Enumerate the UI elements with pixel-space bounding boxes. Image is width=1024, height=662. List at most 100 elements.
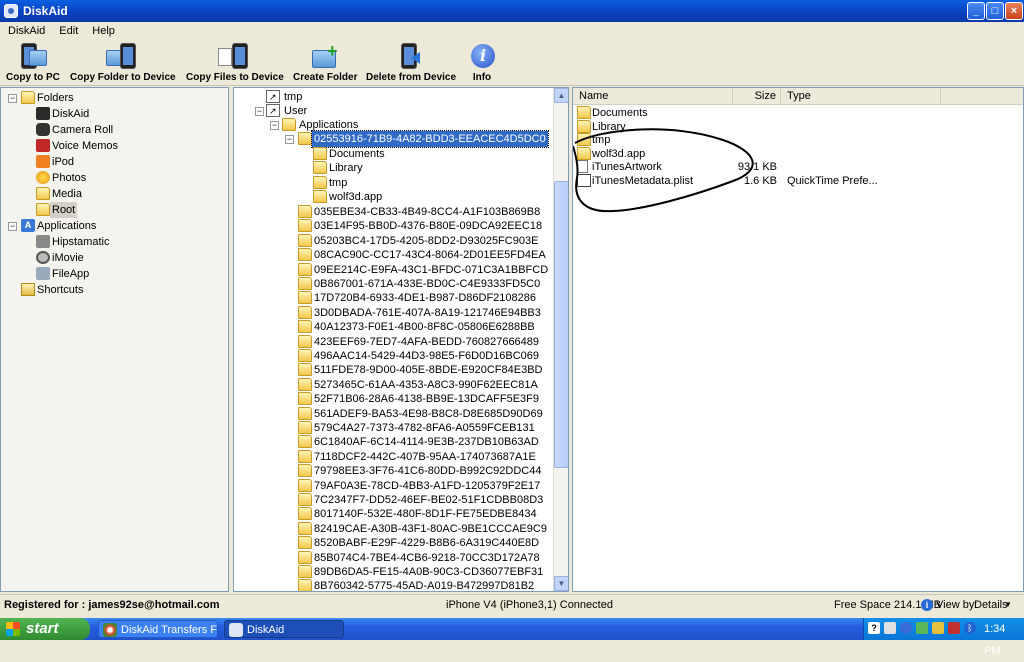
tree-app-folder[interactable]: 79798EE3-3F76-41C6-80DD-B992C92DDC44 [234, 463, 554, 479]
folder-icon [298, 234, 312, 247]
scroll-thumb[interactable] [554, 181, 568, 468]
collapse-icon[interactable]: − [285, 135, 294, 144]
dropdown-arrow-icon[interactable]: ▼ [1004, 595, 1012, 615]
clock: 1:34 PM [984, 623, 1006, 657]
close-button[interactable]: × [1005, 2, 1023, 20]
taskbar: start DiskAid Transfers File... DiskAid … [0, 618, 1024, 657]
start-button[interactable]: start [0, 618, 90, 640]
view-by-label: View by: [936, 599, 978, 611]
sidebar-app-imovie[interactable]: iMovie [1, 250, 228, 266]
menu-edit[interactable]: Edit [51, 22, 84, 37]
tree-app-folder[interactable]: 8520BABF-E29F-4229-B8B6-6A319C440E8D [234, 535, 554, 551]
sidebar-item-photos[interactable]: Photos [1, 170, 228, 186]
camera-icon [36, 123, 50, 136]
sidebar-item-voice-memos[interactable]: Voice Memos [1, 138, 228, 154]
tray-icon-4[interactable] [932, 622, 944, 634]
diskaid-window: DiskAid _ □ × DiskAid Edit Help Copy to PC… [0, 0, 1024, 618]
collapse-icon[interactable]: − [255, 107, 264, 116]
tree-app-folder[interactable]: 52F71B06-28A6-4138-BB9E-13DCAFF5E3F9 [234, 391, 554, 407]
tree-app-folder-label: 08CAC90C-CC17-43C4-8064-2D01EE5FD4EA [314, 249, 546, 261]
copy-folder-to-device-button[interactable]: Copy Folder to Device [70, 42, 176, 83]
folder-icon [298, 363, 312, 376]
sidebar-item-ipod[interactable]: iPod [1, 154, 228, 170]
tree-app-folder[interactable]: 511FDE78-9D00-405E-8BDE-E920CF84E3BD [234, 362, 554, 378]
menu-diskaid[interactable]: DiskAid [0, 22, 51, 37]
tree-item-library[interactable]: Library [234, 160, 554, 176]
tree-scrollbar[interactable]: ▲ ▼ [553, 88, 568, 591]
shortcut-link-icon [266, 89, 280, 105]
tray-icon-2[interactable] [900, 622, 912, 634]
view-by-select[interactable]: Details [974, 595, 1008, 615]
taskbar-item-diskaid[interactable]: DiskAid [224, 620, 344, 638]
folder-icon [298, 536, 312, 549]
tree-item-selected-app[interactable]: − 02553916-71B9-4A82-BDD3-EEACEC4D5DC0 [234, 130, 554, 148]
folder-icon [298, 320, 312, 333]
tree-app-folder[interactable]: 40A12373-F0E1-4B00-8F8C-05806E6288BB [234, 319, 554, 335]
copy-files-icon [218, 42, 248, 70]
details-type: QuickTime Prefe... [787, 175, 878, 187]
folder-icon [313, 161, 327, 174]
delete-from-device-button[interactable]: Delete from Device [366, 42, 456, 83]
sidebar-item-media[interactable]: Media [1, 186, 228, 202]
sunflower-icon [36, 171, 50, 184]
sidebar-folders[interactable]: − Folders [1, 90, 228, 106]
sidebar-item-camera-roll[interactable]: Camera Roll [1, 122, 228, 138]
sidebar-applications[interactable]: − A Applications [1, 218, 228, 234]
microphone-icon [36, 139, 50, 152]
tray-icon-5[interactable] [948, 622, 960, 634]
details-pane: Name Size Type Documents Library tmp wolf3d… [572, 87, 1024, 592]
tray-icon-1[interactable] [884, 622, 896, 634]
tray-icon-3[interactable] [916, 622, 928, 634]
tree-app-folder[interactable]: 6C1840AF-6C14-4114-9E3B-237DB10B63AD [234, 434, 554, 450]
folder-icon [298, 349, 312, 362]
sidebar-app-hipstamatic[interactable]: Hipstamatic [1, 234, 228, 250]
bluetooth-icon[interactable]: ᛒ [964, 622, 976, 634]
folder-icon [298, 507, 312, 520]
folder-icon [298, 493, 312, 506]
copy-to-pc-button[interactable]: Copy to PC [6, 42, 60, 83]
column-type[interactable]: Type [781, 88, 941, 105]
folder-icon [298, 378, 312, 391]
copy-files-to-device-button[interactable]: Copy Files to Device [186, 42, 284, 83]
folder-icon [298, 450, 312, 463]
window-title: DiskAid [23, 4, 68, 18]
tree-app-folder-label: 8520BABF-E29F-4229-B8B6-6A319C440E8D [314, 537, 540, 549]
tree-app-folder[interactable]: 8B760342-5775-45AD-A019-B472997D81B2 [234, 578, 554, 591]
sidebar-app-fileapp[interactable]: FileApp [1, 266, 228, 282]
sidebar-shortcuts[interactable]: Shortcuts [1, 282, 228, 298]
info-button[interactable]: i Info [466, 42, 498, 83]
details-header: Name Size Type [573, 88, 1023, 105]
column-size[interactable]: Size [733, 88, 781, 105]
registration-text: Registered for : james92se@hotmail.com [4, 599, 220, 611]
help-icon[interactable]: ? [868, 622, 880, 634]
folder-icon [298, 435, 312, 448]
scroll-down-icon[interactable]: ▼ [554, 576, 568, 591]
menu-bar: DiskAid Edit Help [0, 22, 1024, 40]
delete-icon [395, 42, 425, 70]
tree-app-folder-label: 79798EE3-3F76-41C6-80DD-B992C92DDC44 [314, 465, 542, 477]
scroll-up-icon[interactable]: ▲ [554, 88, 568, 103]
folder-icon [298, 479, 312, 492]
tree-app-folder[interactable]: 8017140F-532E-480F-8D1F-FE75EDBE8434 [234, 506, 554, 522]
create-folder-icon: + [309, 42, 339, 70]
folder-icon [313, 147, 327, 160]
minimize-button[interactable]: _ [967, 2, 985, 20]
folder-icon [298, 421, 312, 434]
maximize-button[interactable]: □ [986, 2, 1004, 20]
collapse-icon[interactable]: − [8, 94, 17, 103]
imovie-icon [36, 251, 50, 264]
menu-help[interactable]: Help [84, 22, 121, 37]
system-tray: ? ᛒ 1:34 PM [863, 618, 1024, 657]
title-bar[interactable]: DiskAid _ □ × [0, 0, 1024, 22]
tree-app-folder[interactable]: 08CAC90C-CC17-43C4-8064-2D01EE5FD4EA [234, 247, 554, 263]
tree-item-wolf3d[interactable]: wolf3d.app [234, 189, 554, 205]
sidebar-item-diskaid[interactable]: DiskAid [1, 106, 228, 122]
collapse-icon[interactable]: − [8, 222, 17, 231]
tree-app-folder[interactable]: 03E14F95-BB0D-4376-B80E-09DCA92EEC18 [234, 218, 554, 234]
create-folder-button[interactable]: + Create Folder [293, 42, 357, 83]
column-name[interactable]: Name [573, 88, 733, 105]
tree-app-folder[interactable]: 17D720B4-6933-4DE1-B987-D86DF2108286 [234, 290, 554, 306]
collapse-icon[interactable]: − [270, 121, 279, 130]
sidebar-item-root[interactable]: Root [1, 202, 228, 218]
taskbar-item-browser[interactable]: DiskAid Transfers File... [98, 620, 218, 638]
